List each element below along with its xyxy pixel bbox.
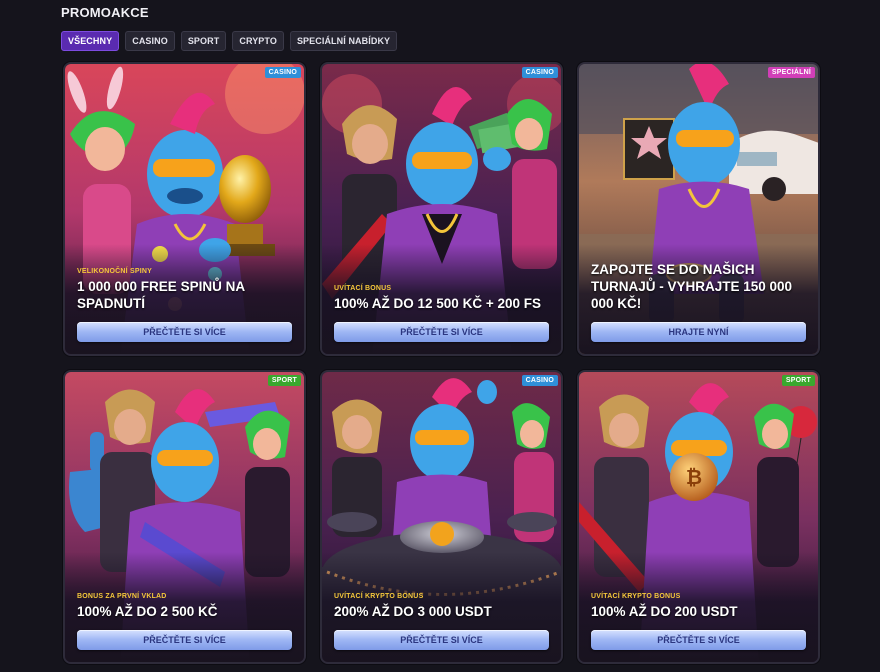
promo-subtitle: BONUS ZA PRVNÍ VKLAD bbox=[77, 593, 167, 600]
promo-card[interactable]: CASINO UVÍTACÍ BONUS 100% AŽ DO 12 500 K… bbox=[320, 62, 563, 356]
promo-card[interactable]: CASINO VELIKONOČNÍ SPINY 1 000 000 FREE … bbox=[63, 62, 306, 356]
read-more-button[interactable]: PŘEČTĚTE SI VÍCE bbox=[334, 630, 549, 650]
svg-text:₿: ₿ bbox=[686, 465, 702, 489]
promo-headline: 200% AŽ DO 3 000 USDT bbox=[334, 604, 492, 619]
promo-subtitle: UVÍTACÍ BONUS bbox=[334, 285, 392, 292]
filter-tab-special-offers[interactable]: SPECIÁLNÍ NABÍDKY bbox=[289, 31, 398, 51]
card-text: UVÍTACÍ KRYPTO BONUS 100% AŽ DO 200 USDT bbox=[591, 593, 806, 620]
category-badge: CASINO bbox=[264, 67, 301, 78]
promo-card[interactable]: ₿ SPORT UVÍTACÍ KRYPTO BONUS 100% AŽ DO … bbox=[577, 370, 820, 664]
promo-card[interactable]: SPORT BONUS ZA PRVNÍ VKLAD 100% AŽ DO 2 … bbox=[63, 370, 306, 664]
play-now-button[interactable]: HRAJTE NYNÍ bbox=[591, 322, 806, 342]
card-text: VELIKONOČNÍ SPINY 1 000 000 FREE SPINŮ N… bbox=[77, 268, 292, 312]
card-text: BONUS ZA PRVNÍ VKLAD 100% AŽ DO 2 500 KČ bbox=[77, 593, 292, 620]
promo-headline: ZAPOJTE SE DO NAŠICH TURNAJŮ - VYHRAJTE … bbox=[591, 262, 793, 311]
promo-subtitle: VELIKONOČNÍ SPINY bbox=[77, 268, 152, 275]
promo-card[interactable]: SPECIÁLNÍ ZAPOJTE SE DO NAŠICH TURNAJŮ -… bbox=[577, 62, 820, 356]
read-more-button[interactable]: PŘEČTĚTE SI VÍCE bbox=[77, 322, 292, 342]
promotions-page: PROMOAKCE VŠECHNY CASINO SPORT CRYPTO SP… bbox=[0, 0, 880, 672]
promo-subtitle: UVÍTACÍ KRYPTO BONUS bbox=[334, 593, 424, 600]
filter-tab-sport[interactable]: SPORT bbox=[180, 31, 227, 51]
promo-grid: CASINO VELIKONOČNÍ SPINY 1 000 000 FREE … bbox=[63, 62, 820, 664]
page-title: PROMOAKCE bbox=[61, 5, 149, 20]
promo-headline: 100% AŽ DO 2 500 KČ bbox=[77, 604, 218, 619]
filter-tabs: VŠECHNY CASINO SPORT CRYPTO SPECIÁLNÍ NA… bbox=[61, 31, 398, 51]
promo-card[interactable]: CASINO UVÍTACÍ KRYPTO BONUS 200% AŽ DO 3… bbox=[320, 370, 563, 664]
card-text: ZAPOJTE SE DO NAŠICH TURNAJŮ - VYHRAJTE … bbox=[591, 261, 806, 312]
card-text: UVÍTACÍ KRYPTO BONUS 200% AŽ DO 3 000 US… bbox=[334, 593, 549, 620]
promo-headline: 100% AŽ DO 12 500 KČ + 200 FS bbox=[334, 296, 541, 311]
promo-headline: 100% AŽ DO 200 USDT bbox=[591, 604, 738, 619]
category-badge: SPECIÁLNÍ bbox=[767, 67, 815, 78]
category-badge: SPORT bbox=[267, 375, 301, 386]
category-badge: CASINO bbox=[521, 375, 558, 386]
promo-subtitle: UVÍTACÍ KRYPTO BONUS bbox=[591, 593, 681, 600]
read-more-button[interactable]: PŘEČTĚTE SI VÍCE bbox=[77, 630, 292, 650]
category-badge: SPORT bbox=[781, 375, 815, 386]
read-more-button[interactable]: PŘEČTĚTE SI VÍCE bbox=[334, 322, 549, 342]
filter-tab-crypto[interactable]: CRYPTO bbox=[232, 31, 284, 51]
card-text: UVÍTACÍ BONUS 100% AŽ DO 12 500 KČ + 200… bbox=[334, 285, 549, 312]
promo-headline: 1 000 000 FREE SPINŮ NA SPADNUTÍ bbox=[77, 279, 245, 311]
read-more-button[interactable]: PŘEČTĚTE SI VÍCE bbox=[591, 630, 806, 650]
category-badge: CASINO bbox=[521, 67, 558, 78]
filter-tab-casino[interactable]: CASINO bbox=[125, 31, 175, 51]
filter-tab-all[interactable]: VŠECHNY bbox=[61, 31, 120, 51]
